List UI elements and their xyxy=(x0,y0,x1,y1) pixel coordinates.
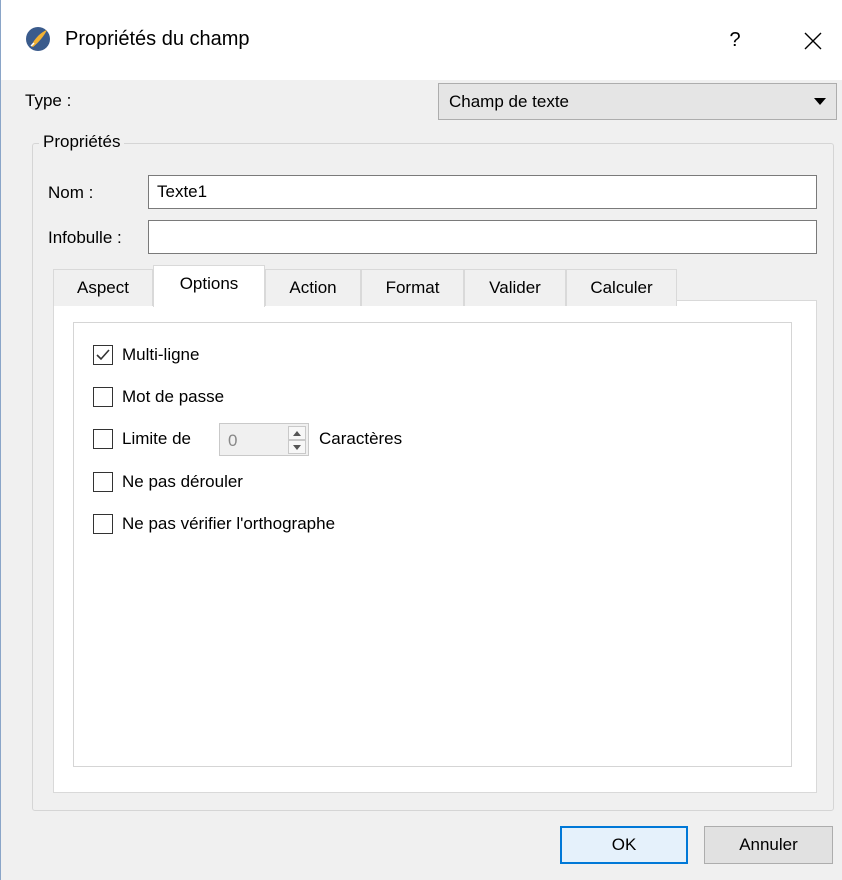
dialog-window: Propriétés du champ ? Type : Champ de te… xyxy=(0,0,842,880)
limit-suffix: Caractères xyxy=(319,429,403,448)
help-button[interactable]: ? xyxy=(717,24,753,56)
tab-format[interactable]: Format xyxy=(361,269,464,306)
tooltip-input[interactable] xyxy=(148,220,817,254)
spin-down-button[interactable] xyxy=(288,440,306,454)
tab-calculer[interactable]: Calculer xyxy=(566,269,677,306)
type-label: Type : xyxy=(25,91,72,110)
cancel-button[interactable]: Annuler xyxy=(704,826,833,864)
password-label: Mot de passe xyxy=(122,387,225,406)
multiline-label: Multi-ligne xyxy=(122,345,200,364)
no-spellcheck-checkbox[interactable] xyxy=(93,514,113,534)
no-scroll-checkbox[interactable] xyxy=(93,472,113,492)
tab-options[interactable]: Options xyxy=(153,265,265,307)
window-title: Propriétés du champ xyxy=(65,28,250,50)
close-button[interactable] xyxy=(787,22,839,58)
password-checkbox[interactable] xyxy=(93,387,113,407)
properties-legend: Propriétés xyxy=(39,132,125,152)
checkmark-icon xyxy=(96,349,110,361)
limit-value: 0 xyxy=(228,431,238,450)
dropdown-arrow-icon xyxy=(814,98,826,105)
ok-button[interactable]: OK xyxy=(560,826,688,864)
limit-checkbox[interactable] xyxy=(93,429,113,449)
title-bar: Propriétés du champ ? xyxy=(1,0,842,80)
name-label: Nom : xyxy=(48,183,94,202)
tab-aspect[interactable]: Aspect xyxy=(53,269,153,306)
close-icon xyxy=(804,32,822,50)
app-quill-icon xyxy=(25,26,51,52)
tooltip-label: Infobulle : xyxy=(48,228,122,247)
spin-up-button[interactable] xyxy=(288,426,306,440)
limit-label: Limite de xyxy=(122,429,191,448)
arrow-down-icon xyxy=(293,445,301,450)
arrow-up-icon xyxy=(293,431,301,436)
type-selected-value: Champ de texte xyxy=(449,92,570,111)
no-scroll-label: Ne pas dérouler xyxy=(122,472,243,491)
limit-spinbox[interactable]: 0 xyxy=(219,423,309,456)
tab-valider[interactable]: Valider xyxy=(464,269,566,306)
tab-action[interactable]: Action xyxy=(265,269,361,306)
multiline-checkbox[interactable] xyxy=(93,345,113,365)
no-spellcheck-label: Ne pas vérifier l'orthographe xyxy=(122,514,336,533)
type-dropdown[interactable]: Champ de texte xyxy=(438,83,837,120)
name-input[interactable]: Texte1 xyxy=(148,175,817,209)
